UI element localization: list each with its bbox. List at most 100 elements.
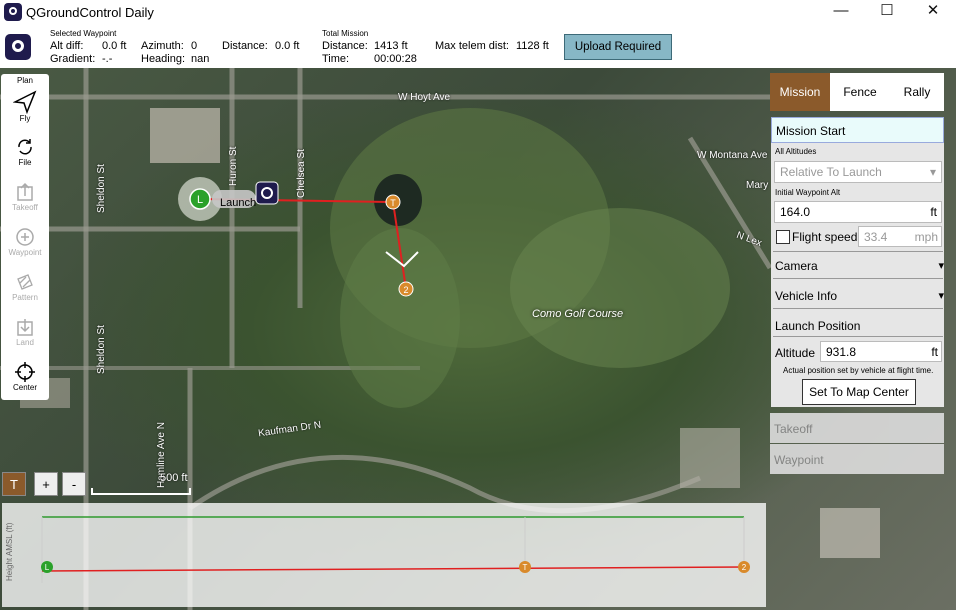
takeoff-icon xyxy=(17,182,33,201)
street-label-montana: W Montana Ave xyxy=(697,150,768,161)
street-label-sheldon-top: Sheldon St xyxy=(96,164,107,213)
gradient-label: Gradient: xyxy=(50,53,96,65)
upload-button[interactable]: Upload Required xyxy=(564,34,672,60)
launch-altitude-input[interactable]: 931.8 ft xyxy=(820,341,942,362)
minimize-button[interactable]: — xyxy=(818,0,864,24)
tool-file[interactable]: File xyxy=(1,136,49,167)
map-scale-label: 500 ft xyxy=(160,472,188,484)
flight-speed-unit: mph xyxy=(914,230,938,244)
time-label: Time: xyxy=(322,53,350,65)
land-icon xyxy=(17,319,33,336)
vehicle-info-section[interactable]: Vehicle Info xyxy=(775,289,837,303)
tool-fly[interactable]: Fly xyxy=(1,90,49,123)
plan-toolbar: Plan Fly File Takeoff Waypoint Pattern L… xyxy=(1,74,49,400)
chevron-down-icon: ▾ xyxy=(929,165,936,179)
street-label-chelsea: Chelsea St xyxy=(296,149,307,198)
altitude-mode-select[interactable]: Relative To Launch ▾ xyxy=(774,161,942,183)
all-altitudes-label: All Altitudes xyxy=(775,147,817,156)
heading-label: Heading: xyxy=(141,53,186,65)
tab-rally[interactable]: Rally xyxy=(890,73,944,111)
profile-takeoff-marker[interactable]: T xyxy=(519,561,531,573)
profile-chart: L T 2 Height AMSL (ft) xyxy=(5,516,750,583)
tab-mission[interactable]: Mission xyxy=(770,73,830,111)
tool-takeoff[interactable]: Takeoff xyxy=(1,181,49,212)
camera-expand-icon[interactable]: ▾ xyxy=(938,259,944,272)
set-to-map-center-button[interactable]: Set To Map Center xyxy=(802,379,916,405)
profile-waypoint-2-marker[interactable]: 2 xyxy=(738,561,750,573)
divider xyxy=(773,336,943,337)
distance-label: Distance: xyxy=(222,40,268,52)
paper-plane-icon xyxy=(13,90,37,114)
tool-waypoint[interactable]: Waypoint xyxy=(1,226,49,257)
tool-fly-label: Fly xyxy=(19,114,31,123)
mission-start-panel: Mission Start All Altitudes Relative To … xyxy=(771,117,944,407)
flight-speed-input[interactable]: 33.4 mph xyxy=(858,226,942,247)
total-mission-caption: Total Mission xyxy=(322,29,369,38)
vehicle-info-expand-icon[interactable]: ▾ xyxy=(938,289,944,302)
initial-wp-alt-input[interactable]: 164.0 ft xyxy=(774,201,942,223)
title-bar: QGroundControl Daily — ☐ ✕ xyxy=(0,0,956,24)
waypoint-item-header[interactable]: Waypoint xyxy=(770,444,944,474)
launch-marker-letter: L xyxy=(197,194,203,206)
qgc-logo-icon[interactable] xyxy=(5,34,31,60)
zoom-out-button[interactable]: - xyxy=(62,472,86,496)
divider xyxy=(773,308,943,309)
launch-altitude-value: 931.8 xyxy=(826,345,857,359)
profile-launch-marker[interactable]: L xyxy=(41,561,53,573)
flight-speed-checkbox[interactable] xyxy=(776,230,790,244)
alt-diff-label: Alt diff: xyxy=(50,40,84,52)
azimuth-value: 0 xyxy=(191,40,198,52)
mission-start-header[interactable]: Mission Start xyxy=(771,117,944,143)
launch-label: Launch xyxy=(220,197,257,209)
zoom-in-button[interactable]: + xyxy=(34,472,58,496)
initial-wp-alt-label: Initial Waypoint Alt xyxy=(775,188,841,197)
waypoint-2-marker[interactable]: 2 xyxy=(398,281,414,297)
takeoff-marker-letter: T xyxy=(390,198,396,208)
street-label-mary: Mary xyxy=(746,180,769,191)
heading-value: nan xyxy=(191,53,210,65)
altitude-label: Altitude xyxy=(775,346,816,360)
initial-wp-alt-value: 164.0 xyxy=(780,205,811,219)
profile-launch-letter: L xyxy=(45,563,50,572)
vehicle-icon[interactable] xyxy=(255,181,279,205)
tool-waypoint-label: Waypoint xyxy=(8,248,42,257)
total-distance-label: Distance: xyxy=(322,40,368,52)
tool-pattern[interactable]: Pattern xyxy=(1,271,49,302)
launch-position-label: Launch Position xyxy=(775,319,861,333)
terrain-profile[interactable]: L T 2 Height AMSL (ft) xyxy=(2,503,766,607)
profile-takeoff-letter: T xyxy=(523,563,528,572)
altitude-mode-value: Relative To Launch xyxy=(780,165,882,179)
takeoff-marker[interactable]: T xyxy=(385,194,401,210)
close-button[interactable]: ✕ xyxy=(910,0,956,24)
terrain-toggle-button[interactable]: T xyxy=(2,472,26,496)
crosshair-icon xyxy=(15,362,35,382)
camera-section[interactable]: Camera xyxy=(775,259,818,273)
max-telem-label: Max telem dist: xyxy=(435,40,509,52)
launch-marker[interactable]: L xyxy=(189,188,211,210)
add-waypoint-icon xyxy=(16,228,34,246)
flight-speed-value: 33.4 xyxy=(864,230,888,244)
tool-center[interactable]: Center xyxy=(1,361,49,392)
window-title: QGroundControl Daily xyxy=(26,5,154,20)
initial-wp-alt-unit: ft xyxy=(930,205,937,219)
tab-fence[interactable]: Fence xyxy=(830,73,890,111)
plan-label: Plan xyxy=(16,76,33,85)
sync-icon xyxy=(18,139,32,155)
waypoint-2-marker-number: 2 xyxy=(403,285,408,295)
tool-takeoff-label: Takeoff xyxy=(12,203,38,212)
azimuth-label: Azimuth: xyxy=(141,40,184,52)
total-distance-value: 1413 ft xyxy=(374,40,408,52)
maximize-button[interactable]: ☐ xyxy=(864,0,910,24)
alt-diff-value: 0.0 ft xyxy=(102,40,127,52)
profile-waypoint-2-number: 2 xyxy=(742,563,747,572)
app-logo-icon xyxy=(4,3,22,21)
tool-land[interactable]: Land xyxy=(1,316,49,347)
launch-altitude-unit: ft xyxy=(931,345,938,359)
street-label-hoyt: W Hoyt Ave xyxy=(398,92,451,103)
tool-land-label: Land xyxy=(16,338,34,347)
takeoff-item-header[interactable]: Takeoff xyxy=(770,413,944,443)
distance-value: 0.0 ft xyxy=(275,40,300,52)
plan-type-tabs: Mission Fence Rally xyxy=(770,73,944,111)
tool-pattern-label: Pattern xyxy=(12,293,38,302)
street-label-huron: Huron St xyxy=(228,146,239,186)
